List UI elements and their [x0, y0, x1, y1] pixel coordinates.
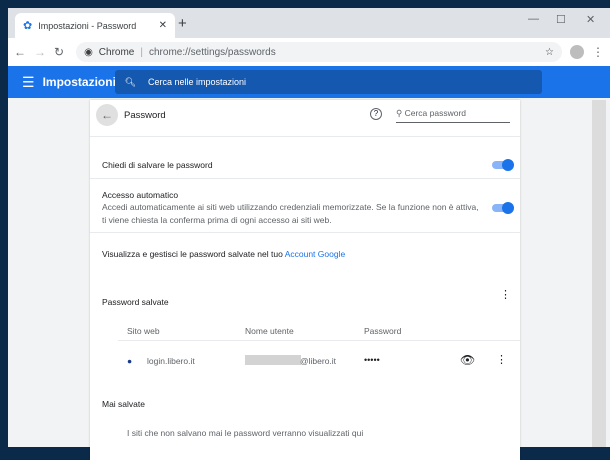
profile-avatar[interactable]	[570, 45, 584, 59]
row-username: @libero.it	[300, 356, 337, 366]
divider: |	[140, 46, 143, 58]
divider	[90, 232, 520, 233]
menu-icon[interactable]: ⋮	[592, 45, 604, 59]
reload-button[interactable]: ↻	[54, 45, 64, 59]
browser-window: ✿ Impostazioni - Password ✕ + — ☐ ✕ ← → …	[8, 8, 610, 460]
account-google-link[interactable]: Account Google	[285, 249, 345, 259]
search-placeholder: Cerca nelle impostazioni	[148, 77, 247, 87]
search-placeholder: Cerca password	[404, 108, 467, 118]
search-icon: ⚲	[396, 108, 405, 118]
manage-text: Visualizza e gestisci le password salvat…	[102, 249, 285, 259]
minimize-button[interactable]: —	[528, 13, 539, 25]
column-site: Sito web	[127, 326, 160, 336]
url-text: chrome://settings/passwords	[148, 46, 276, 58]
chrome-icon: ◉	[84, 46, 93, 58]
tab-title: Impostazioni - Password	[38, 20, 137, 31]
redacted-username	[245, 355, 301, 365]
passwords-card: ← Password ? ⚲ Cerca password Chiedi di …	[90, 100, 520, 460]
password-search-input[interactable]: ⚲ Cerca password	[396, 108, 510, 123]
divider	[90, 178, 520, 179]
settings-gear-icon: ✿	[23, 20, 33, 32]
never-saved-empty-text: I siti che non salvano mai le password v…	[127, 428, 364, 438]
tab-settings[interactable]: ✿ Impostazioni - Password ✕	[15, 13, 175, 38]
more-actions-icon[interactable]: ⋮	[500, 288, 511, 301]
site-favicon-icon: ●	[127, 356, 133, 366]
never-saved-title: Mai salvate	[102, 399, 145, 409]
show-password-eye-icon[interactable]: 👁︎	[460, 353, 475, 367]
settings-search-input[interactable]: 🔍︎ Cerca nelle impostazioni	[114, 70, 542, 94]
divider	[90, 136, 520, 137]
close-tab-icon[interactable]: ✕	[159, 20, 167, 31]
auto-signin-desc: Accedi automaticamente ai siti web utili…	[102, 202, 479, 212]
back-button[interactable]: ←	[14, 45, 26, 59]
auto-signin-toggle[interactable]	[492, 202, 514, 214]
settings-title: Impostazioni	[42, 75, 116, 89]
site-label: Chrome	[98, 46, 135, 58]
star-icon[interactable]: ☆	[545, 47, 554, 58]
column-username: Nome utente	[245, 326, 294, 336]
offer-save-label: Chiedi di salvare le password	[102, 160, 213, 170]
offer-save-toggle[interactable]	[492, 159, 514, 171]
column-password: Password	[364, 326, 402, 336]
settings-content: ← Password ? ⚲ Cerca password Chiedi di …	[8, 100, 610, 460]
row-site: login.libero.it	[147, 356, 195, 366]
close-window-button[interactable]: ✕	[586, 13, 595, 26]
forward-button[interactable]: →	[34, 45, 46, 59]
new-tab-button[interactable]: +	[178, 15, 187, 32]
hamburger-menu-icon[interactable]: ☰	[22, 74, 35, 91]
settings-header: ☰ Impostazioni 🔍︎ Cerca nelle impostazio…	[8, 66, 610, 98]
tab-strip: ✿ Impostazioni - Password ✕ + — ☐ ✕	[8, 8, 610, 38]
divider	[118, 340, 520, 341]
row-password: •••••	[364, 355, 380, 365]
back-arrow-icon[interactable]: ←	[96, 104, 118, 126]
row-more-icon[interactable]: ⋮	[496, 353, 507, 366]
address-bar[interactable]: ◉ Chrome | chrome://settings/passwords ☆	[76, 42, 562, 62]
auto-signin-title: Accesso automatico	[102, 190, 179, 200]
search-icon: 🔍︎	[124, 76, 136, 87]
page-title: Password	[124, 110, 166, 121]
toolbar: ← → ↻ ◉ Chrome | chrome://settings/passw…	[8, 38, 610, 66]
help-icon[interactable]: ?	[370, 108, 382, 120]
saved-passwords-title: Password salvate	[102, 297, 169, 307]
scrollbar[interactable]	[592, 100, 606, 447]
auto-signin-desc-2: ti viene chiesta la conferma prima di og…	[102, 215, 332, 225]
maximize-button[interactable]: ☐	[556, 13, 566, 26]
